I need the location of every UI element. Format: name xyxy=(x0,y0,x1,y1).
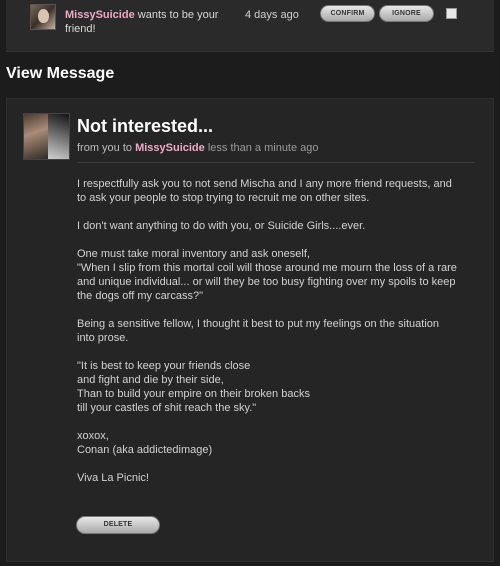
divider xyxy=(77,162,475,163)
paragraph: xoxox, Conan (aka addictedimage) xyxy=(77,429,477,457)
body-line: I don't want anything to do with you, or… xyxy=(77,220,366,232)
body-line: and fight and die by their side, xyxy=(77,374,224,386)
paragraph: I don't want anything to do with you, or… xyxy=(77,219,477,233)
paragraph: One must take moral inventory and ask on… xyxy=(77,247,477,303)
body-line: xoxox, xyxy=(77,430,109,442)
message-body: I respectfully ask you to not send Misch… xyxy=(77,177,477,499)
requester-name-link[interactable]: MissySuicide xyxy=(65,9,135,21)
body-line: Conan (aka addictedimage) xyxy=(77,444,213,456)
paragraph: I respectfully ask you to not send Misch… xyxy=(77,177,477,205)
delete-button[interactable]: DELETE xyxy=(76,516,160,534)
request-text-line2: friend! xyxy=(65,23,96,35)
requester-avatar[interactable] xyxy=(30,4,56,30)
paragraph: Viva La Picnic! xyxy=(77,471,477,485)
body-line: One must take moral inventory and ask on… xyxy=(77,248,310,260)
body-line: I respectfully ask you to not send Misch… xyxy=(77,178,452,190)
body-line: to ask your people to stop trying to rec… xyxy=(77,192,370,204)
friend-request-bar: MissySuicide wants to be your friend! 4 … xyxy=(6,0,494,52)
avatar-photo-left xyxy=(24,114,48,159)
friend-request-text: MissySuicide wants to be your friend! xyxy=(65,8,235,36)
request-checkbox[interactable] xyxy=(446,8,457,19)
recipient-name-link[interactable]: MissySuicide xyxy=(135,142,205,154)
body-line: Being a sensitive fellow, I thought it b… xyxy=(77,318,439,330)
message-card: Not interested... from you to MissySuici… xyxy=(6,98,494,562)
avatar-photo-right xyxy=(48,114,69,159)
paragraph: Being a sensitive fellow, I thought it b… xyxy=(77,317,477,345)
request-text-line1: wants to be your xyxy=(134,9,219,21)
sender-avatar[interactable] xyxy=(23,113,70,160)
ignore-button[interactable]: IGNORE xyxy=(379,5,434,22)
body-line: and unique individual... or will they be… xyxy=(77,276,456,288)
paragraph: "It is best to keep your friends close a… xyxy=(77,359,477,415)
meta-prefix: from you to xyxy=(77,142,136,154)
page-title: View Message xyxy=(6,65,115,82)
body-line: Viva La Picnic! xyxy=(77,472,149,484)
body-line: the dogs off my carcass?" xyxy=(77,290,203,302)
body-line: "When I slip from this mortal coil will … xyxy=(77,262,457,274)
message-meta: from you to MissySuicide less than a min… xyxy=(77,142,319,154)
confirm-button[interactable]: CONFIRM xyxy=(320,5,375,22)
message-subject: Not interested... xyxy=(77,116,214,136)
body-line: "It is best to keep your friends close xyxy=(77,360,251,372)
body-line: Than to build your empire on their broke… xyxy=(77,388,310,400)
body-line: into prose. xyxy=(77,332,129,344)
message-timestamp: less than a minute ago xyxy=(204,142,319,154)
request-timestamp: 4 days ago xyxy=(245,9,299,21)
body-line: till your castles of shit reach the sky.… xyxy=(77,402,257,414)
